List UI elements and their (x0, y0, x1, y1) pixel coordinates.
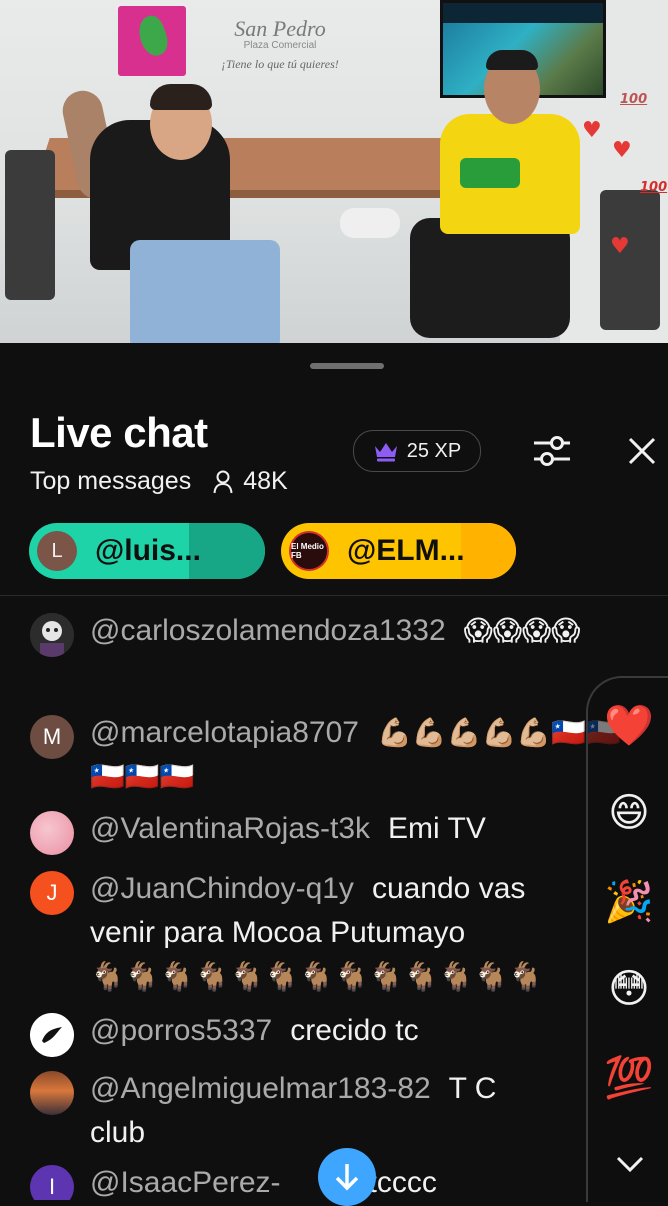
chat-author[interactable]: @porros5337 (90, 1014, 272, 1047)
chat-message[interactable]: @ValentinaRojas-t3k Emi TV (30, 807, 650, 855)
xp-badge[interactable]: 25 XP (353, 430, 481, 472)
avatar (30, 613, 74, 657)
chat-author[interactable]: @JuanChindoy-q1y (90, 872, 354, 905)
viewer-count: 48K (243, 467, 288, 495)
scroll-to-bottom-button[interactable] (318, 1148, 376, 1206)
person-pants (410, 218, 570, 338)
sliders-icon[interactable] (530, 429, 574, 473)
chevron-down-icon[interactable] (610, 1150, 650, 1178)
floating-100-icon: 100 (640, 180, 668, 195)
avatar: I (30, 1165, 74, 1200)
floating-heart-icon: ♥ (582, 118, 602, 143)
chat-text: Emi TV (388, 812, 486, 845)
parrot-logo (133, 12, 173, 60)
pinned-donations: L @luis... El Medio FB @ELM... (29, 523, 516, 579)
chat-text: venir para Mocoa Putumayo (90, 916, 466, 949)
chat-message[interactable]: @carloszolamendoza1332 😱😱😱😱 (30, 609, 650, 657)
chip-progress (461, 523, 516, 579)
person-hair (486, 50, 538, 70)
mall-logo-name: San Pedro (234, 16, 326, 41)
heart-reaction-icon[interactable]: ❤️ (602, 698, 656, 752)
person-shoe (340, 208, 400, 238)
avatar (30, 1071, 74, 1115)
avatar: J (30, 871, 74, 915)
chat-author[interactable]: @Angelmiguelmar183-82 (90, 1072, 431, 1105)
close-icon[interactable] (624, 433, 660, 469)
person-hair (150, 84, 212, 110)
chair (5, 150, 55, 300)
chat-text: T C (448, 1072, 497, 1105)
chat-message[interactable]: J @JuanChindoy-q1y cuando vas venir para … (30, 867, 650, 999)
chat-author[interactable]: @marcelotapia8707 (90, 716, 359, 749)
chat-text: cuando vas (371, 872, 526, 905)
mall-logo-sub: Plaza Comercial (243, 40, 317, 51)
reactions-bar: ❤️ 😄 🎉 😳 💯 (586, 676, 668, 1202)
hundred-reaction-icon[interactable]: 💯 (602, 1050, 656, 1104)
chat-text: crecido tc (290, 1014, 419, 1047)
chat-emoji: 😱😱😱😱 (463, 614, 581, 647)
chat-emoji: 🐐🐐🐐🐐🐐🐐🐐🐐🐐🐐🐐🐐🐐 (90, 960, 544, 993)
avatar: L (37, 531, 77, 571)
pinned-chip-label: @luis... (95, 534, 201, 567)
chat-filter-row[interactable]: Top messages 48K (30, 467, 288, 496)
live-chat-panel: Live chat Top messages 48K 25 XP L @luis… (0, 343, 668, 1200)
person-icon (213, 470, 233, 494)
floating-heart-icon: ♥ (610, 234, 630, 259)
pinned-chip-label: @ELM... (347, 534, 465, 567)
pinned-chip[interactable]: L @luis... (29, 523, 265, 579)
chat-title: Live chat (30, 409, 208, 456)
party-reaction-icon[interactable]: 🎉 (602, 874, 656, 928)
shirt-stripe (460, 158, 520, 188)
chat-message[interactable]: @porros5337 crecido tc (30, 1009, 650, 1057)
chat-message[interactable]: @Angelmiguelmar183-82 T C club (30, 1067, 650, 1155)
avatar (30, 1013, 74, 1057)
avatar: El Medio FB (289, 531, 329, 571)
chat-author[interactable]: @carloszolamendoza1332 (90, 614, 446, 647)
chat-text: tcccc (368, 1166, 437, 1199)
avatar: M (30, 715, 74, 759)
floating-heart-icon: ♥ (612, 138, 632, 163)
chat-text: club (90, 1116, 146, 1149)
flushed-reaction-icon[interactable]: 😳 (602, 962, 656, 1016)
video-player[interactable]: San Pedro Plaza Comercial ¡Tiene lo que … (0, 0, 668, 343)
smile-reaction-icon[interactable]: 😄 (602, 786, 656, 840)
chat-message[interactable]: M @marcelotapia8707 💪🏼💪🏼💪🏼💪🏼💪🏼🇨🇱🇨🇱🇨🇱🇨🇱🇨🇱 (30, 711, 650, 799)
chat-author[interactable]: @IsaacPerez- (90, 1166, 281, 1199)
chat-author[interactable]: @ValentinaRojas-t3k (90, 812, 370, 845)
floating-100-icon: 100 (620, 92, 648, 107)
crown-icon (373, 440, 399, 462)
xp-label: 25 XP (406, 439, 462, 462)
arrow-down-icon (335, 1164, 359, 1191)
pinned-chip[interactable]: El Medio FB @ELM... (281, 523, 516, 579)
person-shorts (130, 240, 280, 343)
avatar (30, 811, 74, 855)
drag-handle[interactable] (310, 363, 384, 369)
chat-filter-label[interactable]: Top messages (30, 467, 191, 496)
chair (600, 190, 660, 330)
person-right (340, 48, 590, 338)
divider (0, 595, 668, 596)
chat-message-list[interactable]: @carloszolamendoza1332 😱😱😱😱 M @marcelotap… (0, 597, 668, 1200)
person-left (59, 60, 280, 343)
